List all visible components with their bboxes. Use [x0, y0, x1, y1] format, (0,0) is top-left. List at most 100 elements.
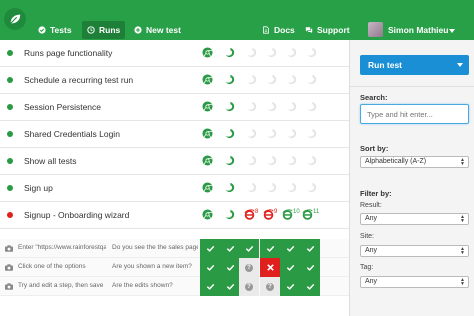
- result-select[interactable]: Any ▲ ▼: [360, 213, 469, 225]
- test-row[interactable]: Session Persistence: [0, 94, 349, 121]
- result-cell-pass[interactable]: [200, 258, 220, 277]
- test-row[interactable]: Signup - Onboarding wizard 8 9 10 11: [0, 202, 349, 229]
- ie-result-icon[interactable]: 11: [302, 209, 319, 220]
- firefox-icon[interactable]: [224, 182, 235, 193]
- check-icon: [266, 245, 274, 252]
- test-row[interactable]: Schedule a recurring test run: [0, 67, 349, 94]
- result-cell-pass[interactable]: [300, 258, 320, 277]
- step-row[interactable]: Click one of the options Are you shown a …: [0, 258, 349, 277]
- failure-count: 8: [255, 209, 259, 215]
- check-icon: [245, 245, 253, 252]
- camera-icon[interactable]: [5, 263, 13, 271]
- result-cell-pass[interactable]: [200, 277, 220, 296]
- result-cell-pass[interactable]: [280, 239, 300, 258]
- firefox-icon[interactable]: [224, 47, 235, 58]
- run-test-button[interactable]: Run test: [360, 55, 469, 75]
- nav-runs[interactable]: Runs: [82, 21, 126, 39]
- nav-docs[interactable]: Docs: [262, 21, 295, 39]
- search-input[interactable]: [361, 105, 468, 123]
- test-name[interactable]: Shared Credentials Login: [24, 129, 120, 139]
- test-row[interactable]: Show all tests: [0, 148, 349, 175]
- check-icon: [306, 283, 314, 290]
- sidebar: Run test Search: Sort by: Alphabetically…: [349, 40, 474, 316]
- ie-result-icon[interactable]: 8: [244, 209, 258, 220]
- top-navbar: Tests Runs New test Docs Support Simon M…: [0, 0, 474, 40]
- result-cell-unknown[interactable]: ?: [260, 277, 280, 296]
- browser-icon-inactive: [266, 47, 277, 58]
- camera-icon[interactable]: [5, 282, 13, 290]
- ie-icon: [244, 209, 255, 220]
- test-name[interactable]: Sign up: [24, 183, 53, 193]
- tag-select[interactable]: Any ▲ ▼: [360, 276, 469, 288]
- run-test-dropdown-icon[interactable]: [457, 63, 463, 67]
- step-row[interactable]: Try and edit a step, then save Are the ed…: [0, 277, 349, 296]
- firefox-icon[interactable]: [224, 74, 235, 85]
- firefox-icon[interactable]: [224, 101, 235, 112]
- result-cell-pass[interactable]: [300, 277, 320, 296]
- step-row[interactable]: Enter "https://www.rainforestqa.com" Do y…: [0, 239, 349, 258]
- check-icon: [226, 283, 234, 290]
- result-cell-pass[interactable]: [220, 277, 240, 296]
- test-name[interactable]: Runs page functionality: [24, 48, 112, 58]
- browser-icon-inactive: [286, 128, 297, 139]
- sort-label: Sort by:: [360, 144, 389, 153]
- chrome-icon[interactable]: [202, 182, 213, 193]
- result-select-value: Any: [365, 215, 378, 222]
- status-dot: [7, 185, 13, 191]
- result-cell-pass[interactable]: [260, 239, 280, 258]
- chrome-icon[interactable]: [202, 47, 213, 58]
- result-cell-pass[interactable]: [220, 239, 240, 258]
- test-row[interactable]: Runs page functionality: [0, 40, 349, 67]
- chrome-icon[interactable]: [202, 128, 213, 139]
- chrome-icon[interactable]: [202, 155, 213, 166]
- nav-support[interactable]: Support: [305, 21, 350, 39]
- failure-count: 10: [293, 209, 300, 215]
- firefox-icon[interactable]: [224, 128, 235, 139]
- chrome-icon[interactable]: [202, 101, 213, 112]
- result-cell-unknown[interactable]: ?: [239, 258, 259, 277]
- result-cell-fail[interactable]: [260, 258, 280, 277]
- search-field[interactable]: [360, 104, 469, 124]
- test-name[interactable]: Session Persistence: [24, 102, 101, 112]
- chrome-icon[interactable]: [202, 74, 213, 85]
- check-circle-icon: [38, 26, 46, 34]
- user-menu[interactable]: Simon Mathieu: [388, 21, 448, 39]
- check-icon: [306, 245, 314, 252]
- nav-tests[interactable]: Tests: [38, 21, 72, 39]
- browser-icon-inactive: [306, 155, 317, 166]
- result-cell-unknown[interactable]: ?: [239, 277, 259, 296]
- step-action: Click one of the options: [18, 263, 86, 270]
- browser-icon-inactive: [286, 47, 297, 58]
- result-cell-pass[interactable]: [280, 258, 300, 277]
- result-cell-pass[interactable]: [239, 239, 259, 258]
- camera-icon[interactable]: [5, 244, 13, 252]
- browser-icon-inactive: [266, 74, 277, 85]
- search-label: Search:: [360, 93, 388, 102]
- browser-icon-inactive: [306, 128, 317, 139]
- test-row[interactable]: Shared Credentials Login: [0, 121, 349, 148]
- firefox-icon[interactable]: [224, 209, 235, 220]
- browser-icon-inactive: [246, 74, 257, 85]
- sort-select-value: Alphabetically (A-Z): [365, 158, 427, 165]
- ie-result-icon[interactable]: 10: [282, 209, 300, 220]
- app-logo[interactable]: [4, 8, 26, 30]
- result-cell-pass[interactable]: [220, 258, 240, 277]
- browser-icon-inactive: [266, 128, 277, 139]
- result-cell-pass[interactable]: [280, 277, 300, 296]
- sort-select[interactable]: Alphabetically (A-Z) ▲ ▼: [360, 156, 469, 168]
- user-menu-caret-icon[interactable]: [449, 29, 455, 33]
- test-name[interactable]: Schedule a recurring test run: [24, 75, 133, 85]
- site-select[interactable]: Any ▲ ▼: [360, 245, 469, 257]
- test-row[interactable]: Sign up: [0, 175, 349, 202]
- nav-new-test[interactable]: New test: [134, 21, 181, 39]
- test-name[interactable]: Signup - Onboarding wizard: [24, 210, 129, 220]
- ie-result-icon[interactable]: 9: [263, 209, 277, 220]
- firefox-icon[interactable]: [224, 155, 235, 166]
- test-name[interactable]: Show all tests: [24, 156, 76, 166]
- user-avatar[interactable]: [368, 22, 383, 37]
- result-cell-pass[interactable]: [200, 239, 220, 258]
- result-cell-pass[interactable]: [300, 239, 320, 258]
- chrome-icon[interactable]: [202, 209, 213, 220]
- run-test-label: Run test: [368, 60, 402, 70]
- nav-new-test-label: New test: [146, 25, 181, 35]
